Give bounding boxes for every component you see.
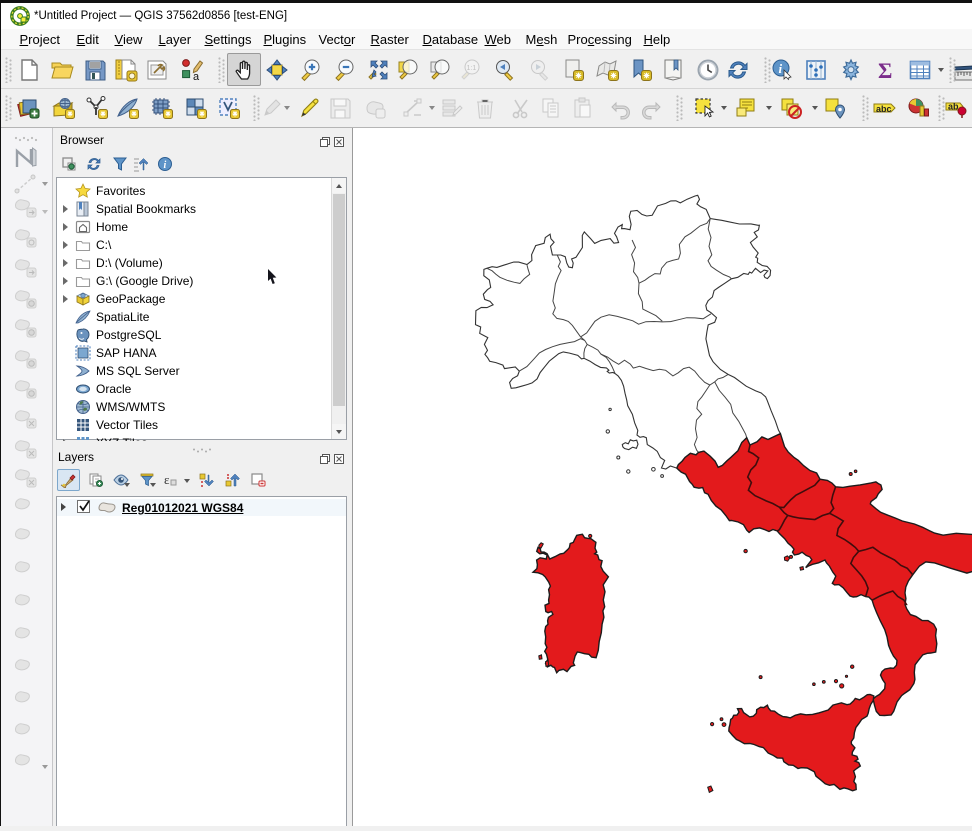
svg-text:abc: abc [876, 104, 892, 114]
svg-text:ε: ε [164, 472, 170, 487]
svg-text:Σ: Σ [878, 58, 892, 82]
svg-text:a: a [193, 71, 200, 82]
svg-text:ab: ab [948, 102, 959, 112]
svg-text:1:1: 1:1 [467, 65, 477, 72]
svg-text:i: i [164, 160, 167, 171]
svg-text:i: i [779, 61, 783, 76]
